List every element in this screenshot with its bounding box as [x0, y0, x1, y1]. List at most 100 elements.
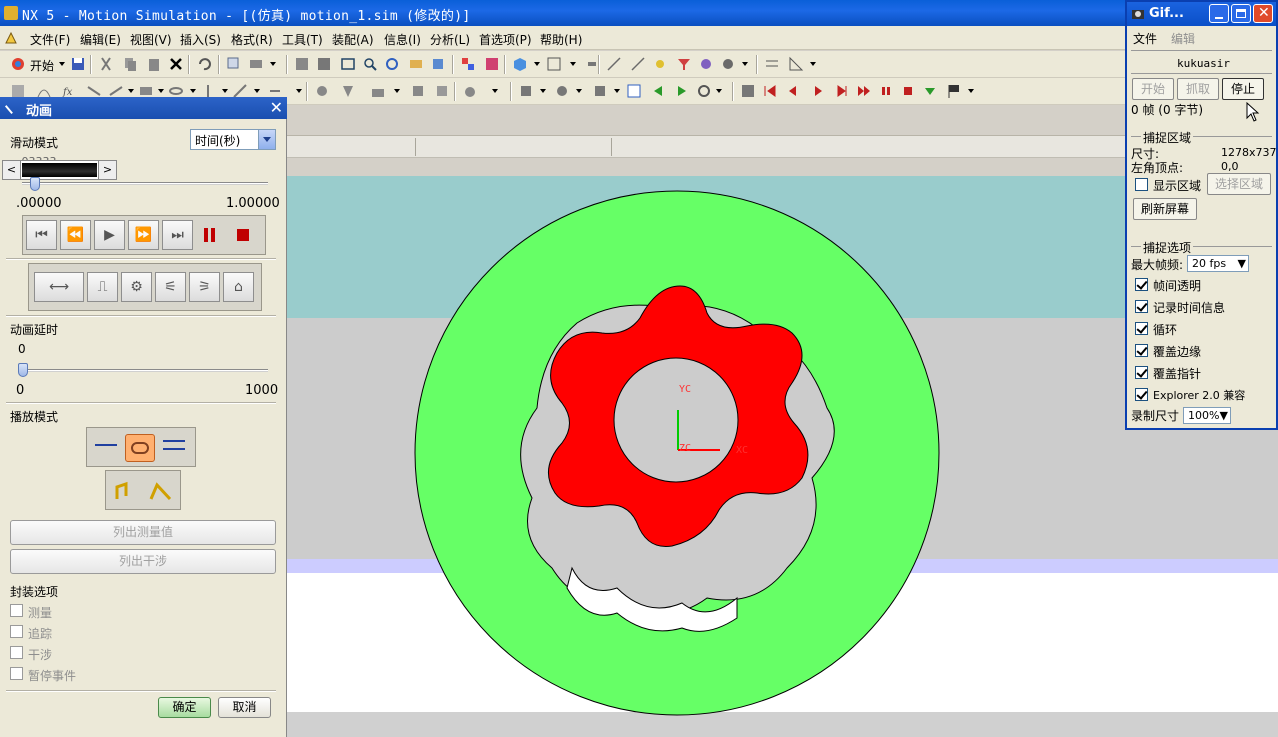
play-button[interactable]: ▶	[94, 220, 125, 250]
refresh-screen-button[interactable]: 刷新屏幕	[1133, 198, 1197, 220]
motion-driver-icon[interactable]	[314, 83, 330, 99]
cable-icon[interactable]	[434, 83, 450, 99]
tb-step-back-icon[interactable]	[784, 83, 800, 99]
menu-insert[interactable]: 插入(S)	[180, 31, 221, 48]
cancel-button[interactable]: 取消	[218, 697, 271, 718]
list-interference-button[interactable]: 列出干涉	[10, 549, 276, 574]
explode-button[interactable]: ⚙	[121, 272, 152, 302]
zoom-window-icon[interactable]	[340, 56, 356, 72]
menu-view[interactable]: 视图(V)	[130, 31, 172, 48]
view-fit-icon[interactable]	[294, 56, 310, 72]
menu-info[interactable]: 信息(I)	[384, 31, 421, 48]
gif-capture-button[interactable]: 抓取	[1177, 78, 1219, 100]
chevron-right-icon[interactable]: >	[98, 161, 116, 179]
menu-file[interactable]: 文件(F)	[30, 31, 70, 48]
time-slider-thumb[interactable]	[30, 177, 41, 191]
tb-step-forward-icon[interactable]	[834, 83, 850, 99]
gif-start-button[interactable]: 开始	[1132, 78, 1174, 100]
filter3-icon[interactable]	[720, 56, 736, 72]
delay-slider-thumb[interactable]	[18, 363, 28, 377]
interference-button[interactable]: ⚟	[155, 272, 186, 302]
ping-pong-icon[interactable]	[163, 440, 185, 442]
last-frame-button[interactable]: ⏭	[162, 220, 193, 250]
menu-tools[interactable]: 工具(T)	[282, 31, 323, 48]
time-slider-track[interactable]	[22, 182, 268, 185]
tb-play-icon[interactable]	[810, 83, 826, 99]
measure-icon[interactable]	[788, 56, 804, 72]
reset-icon[interactable]	[696, 83, 712, 99]
cube-view-icon[interactable]	[512, 56, 528, 72]
start-dropdown-icon[interactable]	[59, 62, 65, 66]
sparkle-icon[interactable]	[652, 56, 668, 72]
rotate-icon[interactable]	[384, 56, 400, 72]
tb-first-frame-icon[interactable]	[762, 83, 778, 99]
forward-arrow-icon[interactable]	[674, 83, 690, 99]
gear-joint-icon[interactable]	[410, 83, 426, 99]
opt-cover-pointer-checkbox[interactable]	[1135, 366, 1148, 379]
close-button[interactable]: ✕	[1253, 4, 1273, 23]
solution-icon[interactable]	[518, 83, 534, 99]
play-once-icon[interactable]	[95, 444, 117, 446]
measure-range-button[interactable]: ⟷	[34, 272, 84, 302]
measure-button[interactable]: ⚞	[189, 272, 220, 302]
max-fps-select[interactable]: 20 fps ▼	[1187, 255, 1249, 272]
tb-last-frame-icon[interactable]	[856, 83, 872, 99]
save-icon[interactable]	[70, 56, 86, 72]
render-style-icon[interactable]	[460, 56, 476, 72]
solver-icon[interactable]	[462, 83, 478, 99]
gif-menu-file[interactable]: 文件	[1133, 30, 1157, 47]
tool-icon[interactable]	[248, 56, 264, 72]
shading-icon[interactable]	[484, 56, 500, 72]
layout-icon[interactable]	[546, 56, 562, 72]
gif-menu-edit[interactable]: 编辑	[1171, 30, 1195, 47]
opt-cover-edge-checkbox[interactable]	[1135, 344, 1148, 357]
start-button[interactable]: 开始	[30, 57, 54, 74]
opt-transparent-checkbox[interactable]	[1135, 278, 1148, 291]
menu-preferences[interactable]: 首选项(P)	[479, 31, 532, 48]
solve-icon[interactable]	[554, 83, 570, 99]
menu-edit[interactable]: 编辑(E)	[80, 31, 121, 48]
tb-down-arrow-icon[interactable]	[922, 83, 938, 99]
stop-icon[interactable]	[237, 229, 249, 241]
checkbox-trace[interactable]	[10, 625, 23, 638]
opt-explorer-compat-checkbox[interactable]	[1135, 388, 1148, 401]
reverse-icon[interactable]	[114, 481, 136, 503]
menu-assembly[interactable]: 装配(A)	[332, 31, 374, 48]
perspective-icon[interactable]	[430, 56, 446, 72]
undo-icon[interactable]	[196, 56, 212, 72]
contact-icon[interactable]	[370, 83, 386, 99]
menu-help[interactable]: 帮助(H)	[540, 31, 582, 48]
results-icon[interactable]	[592, 83, 608, 99]
paste-icon[interactable]	[146, 56, 162, 72]
pause-icon[interactable]	[203, 228, 217, 242]
snap-icon[interactable]	[606, 56, 622, 72]
pan-icon[interactable]	[408, 56, 424, 72]
time-scroll-field[interactable]: < >	[2, 160, 117, 180]
filter2-icon[interactable]	[698, 56, 714, 72]
pin-icon[interactable]	[4, 99, 20, 115]
tb-stop-icon[interactable]	[900, 83, 916, 99]
trace-button[interactable]: ⎍	[87, 272, 118, 302]
menu-format[interactable]: 格式(R)	[231, 31, 273, 48]
first-frame-button[interactable]: ⏮	[26, 220, 57, 250]
list-measure-button[interactable]: 列出测量值	[10, 520, 276, 545]
gif-stop-button[interactable]: 停止	[1222, 78, 1264, 100]
checkbox-measure[interactable]	[10, 604, 23, 617]
snap2-icon[interactable]	[630, 56, 646, 72]
slide-mode-select[interactable]: 时间(秒)	[190, 129, 276, 150]
grid-icon[interactable]	[764, 56, 780, 72]
marker-icon[interactable]	[340, 83, 356, 99]
delete-icon[interactable]	[168, 56, 184, 72]
show-area-checkbox[interactable]	[1135, 178, 1148, 191]
delay-slider-track[interactable]	[22, 369, 268, 372]
opt-timestamp-checkbox[interactable]	[1135, 300, 1148, 313]
checkbox-interference[interactable]	[10, 646, 23, 659]
maximize-button[interactable]	[1231, 4, 1251, 23]
select-icon[interactable]	[226, 56, 242, 72]
loop-button[interactable]	[125, 434, 155, 462]
view-box-icon[interactable]	[316, 56, 332, 72]
rec-size-select[interactable]: 100% ▼	[1183, 407, 1231, 424]
minimize-button[interactable]	[1209, 4, 1229, 23]
menu-analysis[interactable]: 分析(L)	[430, 31, 470, 48]
home-button[interactable]: ⌂	[223, 272, 254, 302]
